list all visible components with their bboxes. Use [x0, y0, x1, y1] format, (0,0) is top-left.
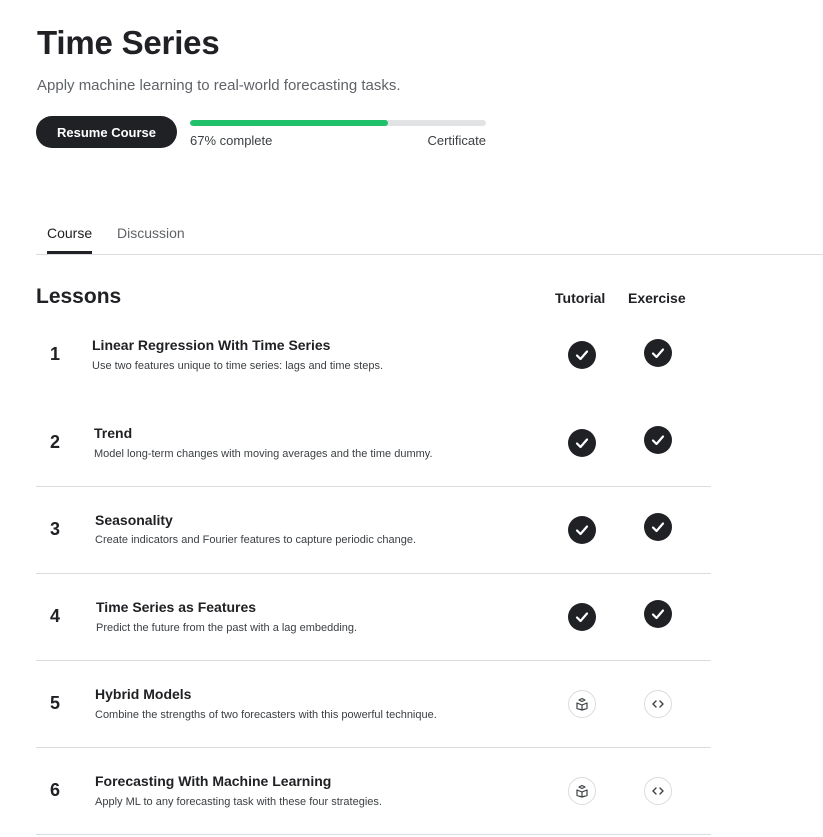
- lesson-title[interactable]: Seasonality: [95, 512, 173, 528]
- certificate-label: Certificate: [427, 133, 486, 148]
- lesson-description: Use two features unique to time series: …: [92, 360, 384, 372]
- exercise-code-icon[interactable]: [644, 777, 672, 805]
- lesson-title[interactable]: Hybrid Models: [95, 686, 191, 702]
- exercise-column-header: Exercise: [628, 290, 686, 306]
- tutorial-column-header: Tutorial: [555, 290, 606, 306]
- lesson-title[interactable]: Forecasting With Machine Learning: [95, 773, 331, 789]
- exercise-completed-check-icon[interactable]: [644, 513, 672, 541]
- tutorial-completed-check-icon[interactable]: [568, 341, 596, 369]
- lesson-row[interactable]: 4 Time Series as Features Predict the fu…: [36, 574, 711, 661]
- tutorial-book-icon[interactable]: [568, 690, 596, 718]
- lesson-row[interactable]: 3 Seasonality Create indicators and Four…: [36, 487, 711, 574]
- course-subtitle: Apply machine learning to real-world for…: [37, 77, 401, 94]
- lesson-number: 4: [50, 606, 61, 626]
- lesson-description: Apply ML to any forecasting task with th…: [95, 796, 382, 808]
- lesson-row[interactable]: 1 Linear Regression With Time Series Use…: [36, 312, 711, 399]
- lesson-description: Create indicators and Fourier features t…: [95, 534, 417, 546]
- exercise-completed-check-icon[interactable]: [644, 339, 672, 367]
- lesson-title[interactable]: Time Series as Features: [96, 599, 256, 615]
- exercise-code-icon[interactable]: [644, 690, 672, 718]
- tutorial-completed-check-icon[interactable]: [568, 429, 596, 457]
- lesson-number: 6: [50, 780, 61, 800]
- page-title: Time Series: [37, 24, 220, 61]
- tutorial-completed-check-icon[interactable]: [568, 603, 596, 631]
- progress-text: 67% complete: [190, 133, 273, 148]
- progress-bar-fill: [190, 120, 389, 126]
- progress-bar-track: [190, 120, 486, 126]
- tab-discussion[interactable]: Discussion: [117, 225, 185, 251]
- lesson-number: 3: [50, 519, 61, 539]
- lesson-title[interactable]: Linear Regression With Time Series: [92, 337, 330, 353]
- lesson-row[interactable]: 2 Trend Model long-term changes with mov…: [36, 400, 711, 487]
- lesson-number: 2: [50, 432, 61, 452]
- lesson-title[interactable]: Trend: [94, 425, 132, 441]
- lesson-number: 1: [50, 344, 61, 364]
- tutorial-completed-check-icon[interactable]: [568, 516, 596, 544]
- lesson-description: Combine the strengths of two forecasters…: [95, 709, 437, 721]
- lesson-description: Predict the future from the past with a …: [96, 622, 358, 634]
- tab-course[interactable]: Course: [47, 225, 93, 254]
- lessons-heading: Lessons: [36, 285, 122, 308]
- resume-course-button[interactable]: Resume Course: [36, 116, 177, 148]
- lesson-description: Model long-term changes with moving aver…: [94, 448, 433, 460]
- tutorial-book-icon[interactable]: [568, 777, 596, 805]
- lesson-row[interactable]: 5 Hybrid Models Combine the strengths of…: [36, 661, 711, 748]
- tab-bar: Course Discussion: [36, 220, 823, 255]
- exercise-completed-check-icon[interactable]: [644, 426, 672, 454]
- lesson-row[interactable]: 6 Forecasting With Machine Learning Appl…: [36, 748, 711, 835]
- course-progress: 67% complete Certificate: [190, 120, 486, 148]
- lesson-number: 5: [50, 693, 61, 713]
- exercise-completed-check-icon[interactable]: [644, 600, 672, 628]
